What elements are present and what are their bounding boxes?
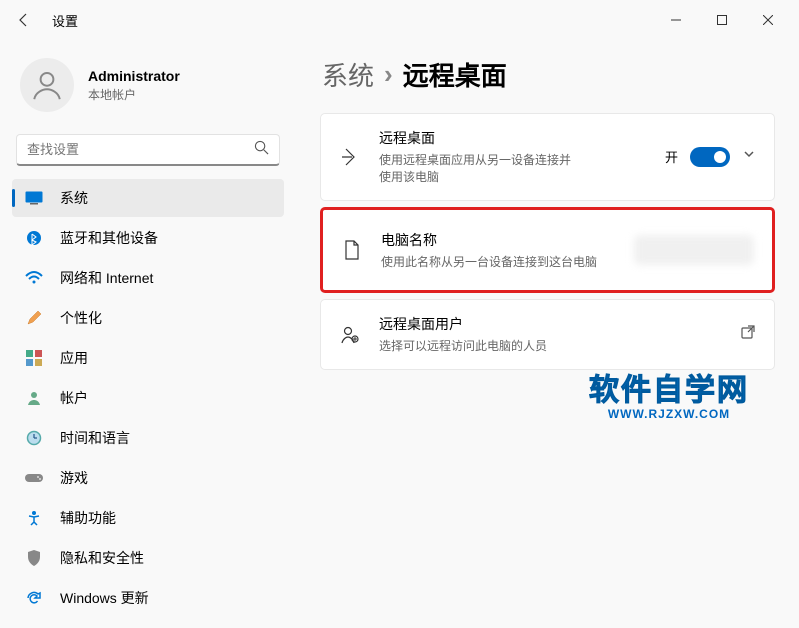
search-input[interactable] xyxy=(27,142,254,157)
sidebar-item-personalize[interactable]: 个性化 xyxy=(12,299,284,337)
sidebar-item-label: Windows 更新 xyxy=(60,588,149,608)
gaming-icon xyxy=(24,468,44,488)
remote-desktop-card[interactable]: 远程桌面 使用远程桌面应用从另一设备连接并使用该电脑 开 xyxy=(320,113,775,201)
card-subtitle: 使用此名称从另一台设备连接到这台电脑 xyxy=(381,254,634,271)
chevron-down-icon[interactable] xyxy=(742,147,756,166)
time-icon xyxy=(24,428,44,448)
sidebar-item-system[interactable]: 系统 xyxy=(12,179,284,217)
watermark-sub: WWW.RJZXW.COM xyxy=(589,407,749,421)
sidebar-item-label: 隐私和安全性 xyxy=(60,548,144,568)
system-icon xyxy=(24,188,44,208)
privacy-icon xyxy=(24,548,44,568)
search-icon xyxy=(254,140,269,160)
search-box[interactable] xyxy=(16,134,280,166)
remote-desktop-icon xyxy=(339,147,361,167)
sidebar-item-label: 辅助功能 xyxy=(60,508,116,528)
avatar-icon xyxy=(20,58,74,112)
profile-block[interactable]: Administrator 本地帐户 xyxy=(10,50,286,130)
watermark-main: 软件自学网 xyxy=(589,365,749,409)
sidebar-item-label: 帐户 xyxy=(60,388,88,408)
accessibility-icon xyxy=(24,508,44,528)
sidebar-item-label: 系统 xyxy=(60,188,88,208)
minimize-button[interactable] xyxy=(653,4,699,36)
sidebar-item-accessibility[interactable]: 辅助功能 xyxy=(12,499,284,537)
sidebar-item-apps[interactable]: 应用 xyxy=(12,339,284,377)
card-title: 远程桌面 xyxy=(379,128,665,148)
toggle-label: 开 xyxy=(665,147,678,166)
watermark: 软件自学网 WWW.RJZXW.COM xyxy=(589,365,749,421)
network-icon xyxy=(24,268,44,288)
external-link-icon[interactable] xyxy=(740,324,756,345)
sidebar-item-bluetooth[interactable]: 蓝牙和其他设备 xyxy=(12,219,284,257)
chevron-right-icon: › xyxy=(384,59,393,90)
window-title: 设置 xyxy=(52,11,78,30)
sidebar-item-privacy[interactable]: 隐私和安全性 xyxy=(12,539,284,577)
sidebar-item-accounts[interactable]: 帐户 xyxy=(12,379,284,417)
bluetooth-icon xyxy=(24,228,44,248)
sidebar-item-time[interactable]: 时间和语言 xyxy=(12,419,284,457)
document-icon xyxy=(341,240,363,260)
profile-subtitle: 本地帐户 xyxy=(88,86,180,103)
sidebar-item-label: 个性化 xyxy=(60,308,102,328)
sidebar-item-label: 游戏 xyxy=(60,468,88,488)
card-title: 电脑名称 xyxy=(381,230,634,250)
card-title: 远程桌面用户 xyxy=(379,314,740,334)
pc-name-value-blurred xyxy=(634,235,754,265)
card-subtitle: 选择可以远程访问此电脑的人员 xyxy=(379,338,740,355)
breadcrumb-current: 远程桌面 xyxy=(403,56,507,93)
sidebar-item-update[interactable]: Windows 更新 xyxy=(12,579,284,617)
remote-users-card[interactable]: 远程桌面用户 选择可以远程访问此电脑的人员 xyxy=(320,299,775,370)
personalize-icon xyxy=(24,308,44,328)
apps-icon xyxy=(24,348,44,368)
sidebar-item-network[interactable]: 网络和 Internet xyxy=(12,259,284,297)
profile-name: Administrator xyxy=(88,68,180,84)
pc-name-card[interactable]: 电脑名称 使用此名称从另一台设备连接到这台电脑 xyxy=(320,207,775,294)
users-icon xyxy=(339,325,361,345)
sidebar-item-label: 网络和 Internet xyxy=(60,268,153,288)
sidebar-item-label: 蓝牙和其他设备 xyxy=(60,228,158,248)
accounts-icon xyxy=(24,388,44,408)
sidebar-item-gaming[interactable]: 游戏 xyxy=(12,459,284,497)
sidebar-item-label: 应用 xyxy=(60,348,88,368)
remote-desktop-toggle[interactable] xyxy=(690,147,730,167)
sidebar-item-label: 时间和语言 xyxy=(60,428,130,448)
breadcrumb: 系统 › 远程桌面 xyxy=(322,56,775,93)
maximize-button[interactable] xyxy=(699,4,745,36)
breadcrumb-parent[interactable]: 系统 xyxy=(322,56,374,93)
update-icon xyxy=(24,588,44,608)
close-button[interactable] xyxy=(745,4,791,36)
back-button[interactable] xyxy=(8,4,40,36)
card-subtitle: 使用远程桌面应用从另一设备连接并使用该电脑 xyxy=(379,152,579,186)
